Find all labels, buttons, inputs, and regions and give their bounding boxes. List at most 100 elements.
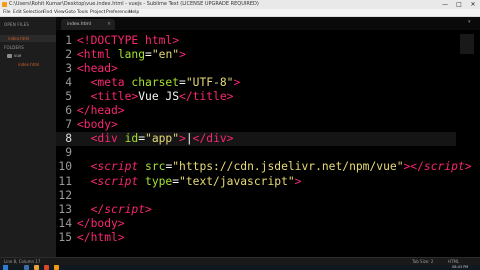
code-text: </head> — [77, 104, 125, 118]
code-token: <html — [77, 48, 112, 62]
code-text: <script src="https://cdn.jsdelivr.net/np… — [77, 160, 472, 174]
code-token: <head> — [77, 62, 118, 76]
code-token: </div> — [192, 132, 234, 146]
folder-item-vue[interactable]: vue — [14, 53, 21, 58]
code-token: <!DOCTYPE html> — [77, 34, 180, 47]
code-line[interactable]: 10 <script src="https://cdn.jsdelivr.net… — [56, 160, 471, 174]
tab-index-html[interactable]: index.html × — [61, 19, 115, 30]
sublime-app-icon — [2, 2, 7, 7]
code-token: </html> — [77, 230, 125, 244]
code-line[interactable]: 3 <head> — [56, 62, 456, 76]
code-line[interactable]: 6 </head> — [56, 104, 456, 118]
line-number: 5 — [65, 90, 72, 104]
code-token: type — [138, 174, 173, 188]
code-token: id — [117, 132, 139, 146]
menu-selection[interactable]: Selection — [23, 9, 44, 17]
explorer-taskbar-icon[interactable] — [34, 265, 39, 270]
code-line[interactable]: 7 <body> — [56, 118, 456, 132]
code-line[interactable]: 15 </html> — [56, 231, 456, 245]
code-token: | — [185, 132, 193, 146]
folder-icon — [7, 54, 12, 58]
code-token: "app" — [145, 132, 180, 146]
code-line[interactable]: 11 <script type="text/javascript"> — [56, 175, 456, 189]
taskbar-clock: 08:43 PM — [452, 265, 469, 269]
status-bar: Line 8, Column 17 Tab Size: 2 HTML — [0, 257, 480, 265]
windows-taskbar: 08:43 PM — [0, 265, 480, 270]
search-taskbar-icon[interactable] — [24, 265, 29, 270]
line-number: 8 — [65, 132, 72, 146]
menu-view[interactable]: View — [54, 9, 65, 17]
code-token: </body> — [77, 216, 125, 230]
code-token: "en" — [151, 48, 180, 62]
code-token: "UTF-8" — [185, 76, 234, 90]
code-token: = — [138, 132, 146, 146]
code-token: script — [97, 174, 139, 188]
line-number: 9 — [65, 146, 72, 160]
code-text: <html lang="en"> — [77, 48, 186, 62]
code-line[interactable]: 2 <html lang="en"> — [56, 48, 456, 62]
chrome-taskbar-icon[interactable] — [44, 265, 49, 270]
code-token: <title> — [77, 90, 139, 104]
line-number: 4 — [65, 76, 72, 90]
folders-header: FOLDERS — [4, 45, 25, 50]
minimize-button[interactable]: — — [438, 0, 452, 9]
code-token: = — [145, 48, 152, 62]
sublime-taskbar-icon[interactable] — [54, 265, 59, 270]
code-text: <head> — [77, 62, 118, 76]
folder-file-item[interactable]: index.html — [18, 62, 39, 67]
code-token: > — [233, 76, 241, 90]
code-text: </script> — [77, 203, 152, 217]
close-window-button[interactable]: ✕ — [466, 0, 480, 9]
code-text: <meta charset="UTF-8"> — [77, 76, 241, 90]
code-editor[interactable]: 1 <!DOCTYPE html> 2 <html lang="en"> 3 <head>… — [56, 30, 480, 257]
line-number: 2 — [65, 48, 72, 62]
window-title: C:\Users\Rohit Kumar\Desktop\vue.index.h… — [9, 1, 259, 7]
open-file-item[interactable]: index.html — [8, 36, 29, 41]
code-token: </head> — [77, 104, 125, 118]
minimap[interactable] — [460, 34, 474, 54]
code-line[interactable]: 13 </script> — [56, 203, 456, 217]
code-text: </body> — [77, 217, 125, 231]
code-token: ></ — [403, 160, 424, 174]
code-token: <meta — [77, 76, 125, 90]
menu-goto[interactable]: Goto — [65, 9, 76, 17]
tab-bar: index.html × ▾ — [56, 17, 480, 30]
code-line[interactable]: 14 </body> — [56, 217, 456, 231]
tab-label: index.html — [67, 22, 91, 27]
code-token: < — [77, 160, 98, 174]
code-text: <script type="text/javascript"> — [77, 174, 302, 189]
code-line[interactable]: 1 <!DOCTYPE html> — [56, 34, 456, 48]
menu-project[interactable]: Project — [90, 9, 105, 17]
code-line[interactable]: 4 <meta charset="UTF-8"> — [56, 76, 456, 90]
menu-file[interactable]: File — [3, 9, 11, 17]
code-token: = — [179, 76, 186, 90]
window-titlebar: C:\Users\Rohit Kumar\Desktop\vue.index.h… — [0, 0, 480, 9]
code-text: <div id="app">|</div> — [77, 132, 234, 146]
code-token: < — [77, 174, 98, 188]
maximize-button[interactable]: □ — [452, 0, 466, 9]
code-token: "text/javascript" — [179, 174, 295, 188]
code-line[interactable]: 5 <title>Vue JS</title> — [56, 90, 456, 104]
line-number: 3 — [65, 62, 72, 76]
tab-dropdown-icon[interactable]: ▾ — [468, 19, 471, 25]
code-token: lang — [111, 48, 146, 62]
line-number: 11 — [58, 174, 72, 188]
code-token: src — [138, 160, 166, 174]
code-line[interactable]: 8 <div id="app">|</div> — [56, 132, 456, 147]
menu-find[interactable]: Find — [43, 9, 52, 17]
code-token: script — [97, 160, 139, 174]
menu-tools[interactable]: Tools — [77, 9, 88, 17]
line-number: 15 — [58, 230, 72, 244]
code-text: <!DOCTYPE html> — [77, 34, 179, 48]
menu-help[interactable]: Help — [129, 9, 139, 17]
line-number: 6 — [65, 104, 72, 118]
code-line[interactable]: 9 — [56, 146, 456, 160]
sidebar: OPEN FILES index.html FOLDERS vue index.… — [0, 17, 56, 257]
code-token: > — [464, 160, 472, 174]
open-files-header: OPEN FILES — [4, 22, 30, 27]
code-line[interactable]: 12 — [56, 189, 456, 203]
windows-start-icon[interactable] — [3, 265, 8, 270]
tab-close-icon[interactable]: × — [107, 19, 111, 30]
menu-edit[interactable]: Edit — [13, 9, 22, 17]
code-token: </ — [77, 202, 105, 216]
